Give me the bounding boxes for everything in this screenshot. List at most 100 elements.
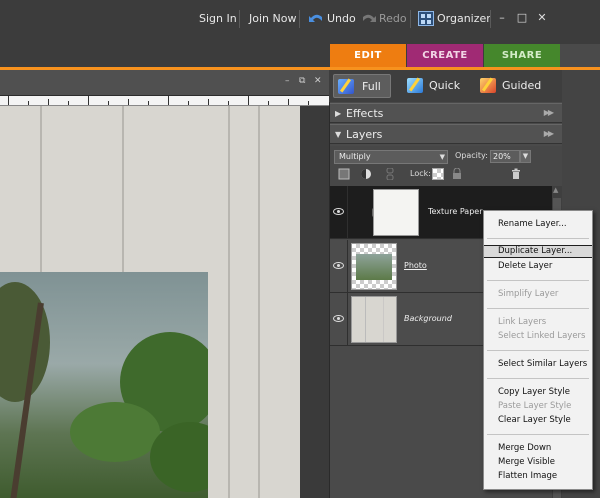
lock-icon[interactable]	[451, 168, 463, 180]
eye-icon[interactable]	[333, 315, 344, 322]
quick-edit-icon	[407, 78, 423, 93]
ruler-tick	[188, 101, 189, 105]
opacity-input[interactable]: 20%	[490, 150, 520, 163]
opacity-dropdown-arrow-icon[interactable]: ▼	[520, 150, 531, 163]
menu-item-link-layers[interactable]: Link Layers	[484, 316, 592, 329]
mode-full-button[interactable]: Full	[333, 74, 391, 98]
top-separator	[410, 10, 411, 28]
menu-separator	[487, 350, 589, 351]
mode-guided-label: Guided	[502, 79, 542, 92]
organizer-icon[interactable]	[418, 11, 434, 26]
ruler-tick	[28, 101, 29, 105]
menu-item-select-linked-layers[interactable]: Select Linked Layers	[484, 330, 592, 343]
panel-menu-icon[interactable]: ▶▶	[544, 108, 554, 117]
wood-plank-seam	[228, 106, 230, 498]
layers-panel-header[interactable]: ▼ Layers ▶▶	[330, 124, 562, 144]
menu-item-rename-layer[interactable]: Rename Layer...	[484, 218, 592, 231]
adjustment-layer-icon[interactable]	[360, 168, 372, 180]
photo-thumbnail-image	[356, 254, 392, 280]
redo-icon[interactable]	[361, 11, 377, 25]
guided-edit-icon	[480, 78, 496, 93]
top-separator	[299, 10, 300, 28]
mode-quick-label: Quick	[429, 79, 461, 92]
wood-plank-seam	[258, 106, 260, 498]
mode-quick-button[interactable]: Quick	[403, 74, 460, 98]
tab-edit[interactable]: EDIT	[330, 44, 406, 68]
tab-strip-filler	[560, 44, 600, 68]
ruler-tick	[288, 99, 289, 105]
ruler-tick	[248, 96, 249, 105]
layer-thumbnail	[351, 243, 397, 290]
document-header	[0, 70, 329, 96]
visibility-toggle[interactable]	[330, 293, 348, 346]
join-now-link[interactable]: Join Now	[249, 12, 296, 25]
doc-close-button[interactable]: ✕	[314, 76, 322, 86]
top-separator	[490, 10, 491, 28]
ruler-tick	[48, 99, 49, 105]
trash-icon[interactable]	[510, 168, 522, 180]
eye-icon[interactable]	[333, 262, 344, 269]
menu-item-select-similar-layers[interactable]: Select Similar Layers	[484, 358, 592, 371]
tab-share[interactable]: SHARE	[484, 44, 560, 68]
menu-separator	[487, 434, 589, 435]
mode-full-label: Full	[362, 80, 381, 93]
undo-icon[interactable]	[308, 11, 324, 25]
top-bar	[0, 0, 600, 40]
organizer-button[interactable]: Organizer	[437, 12, 491, 25]
redo-button[interactable]: Redo	[379, 12, 407, 25]
window-close-button[interactable]: ✕	[535, 11, 549, 24]
visibility-toggle[interactable]	[330, 186, 348, 239]
menu-item-copy-layer-style[interactable]: Copy Layer Style	[484, 386, 592, 399]
panel-menu-icon[interactable]: ▶▶	[544, 129, 554, 138]
menu-item-paste-layer-style[interactable]: Paste Layer Style	[484, 400, 592, 413]
layer-thumbnail	[351, 296, 397, 343]
doc-restore-button[interactable]: ⧉	[299, 76, 305, 86]
menu-item-duplicate-layer[interactable]: Duplicate Layer...	[484, 245, 592, 258]
top-separator	[239, 10, 240, 28]
link-layers-icon[interactable]	[384, 168, 396, 180]
menu-separator	[487, 378, 589, 379]
menu-item-flatten-image[interactable]: Flatten Image	[484, 470, 592, 483]
menu-item-clear-layer-style[interactable]: Clear Layer Style	[484, 414, 592, 427]
menu-item-merge-visible[interactable]: Merge Visible	[484, 456, 592, 469]
photo-layer-image	[0, 272, 208, 498]
layer-name[interactable]: Photo	[404, 261, 427, 270]
document-canvas[interactable]	[0, 106, 300, 498]
eye-icon[interactable]	[333, 208, 344, 215]
doc-minimize-button[interactable]: –	[285, 76, 290, 86]
blend-mode-select[interactable]: Multiply ▼	[334, 150, 448, 164]
expanded-triangle-icon: ▼	[335, 130, 342, 139]
opacity-label: Opacity:	[455, 151, 488, 160]
menu-item-simplify-layer[interactable]: Simplify Layer	[484, 288, 592, 301]
tree-foliage	[70, 402, 160, 462]
canvas-margin	[300, 106, 329, 498]
lock-transparency-icon[interactable]	[432, 168, 444, 180]
menu-item-merge-down[interactable]: Merge Down	[484, 442, 592, 455]
effects-panel-header[interactable]: ▶ Effects ▶▶	[330, 103, 562, 123]
scroll-up-icon[interactable]: ▲	[553, 186, 558, 194]
effects-panel-title: Effects	[346, 107, 384, 120]
undo-button[interactable]: Undo	[327, 12, 356, 25]
ruler-tick	[8, 96, 9, 105]
visibility-toggle[interactable]	[330, 240, 348, 293]
layer-name[interactable]: Background	[404, 314, 452, 323]
ruler-tick	[68, 101, 69, 105]
ruler-tick	[228, 101, 229, 105]
ruler-tick	[268, 101, 269, 105]
ruler-tick	[308, 101, 309, 105]
sign-in-link[interactable]: Sign In	[199, 12, 237, 25]
menu-separator	[487, 238, 589, 239]
tab-create[interactable]: CREATE	[407, 44, 483, 68]
ruler-tick	[108, 101, 109, 105]
new-layer-icon[interactable]	[338, 168, 350, 180]
full-edit-icon	[338, 79, 354, 94]
menu-item-delete-layer[interactable]: Delete Layer	[484, 260, 592, 273]
window-minimize-button[interactable]: –	[495, 11, 509, 24]
ruler-tick	[208, 99, 209, 105]
menu-separator	[487, 280, 589, 281]
mode-guided-button[interactable]: Guided	[476, 74, 541, 98]
layer-name[interactable]: Texture Paper	[428, 207, 482, 216]
tree-foliage	[0, 282, 50, 402]
layer-thumbnail	[373, 189, 419, 236]
window-maximize-button[interactable]: □	[515, 11, 529, 24]
